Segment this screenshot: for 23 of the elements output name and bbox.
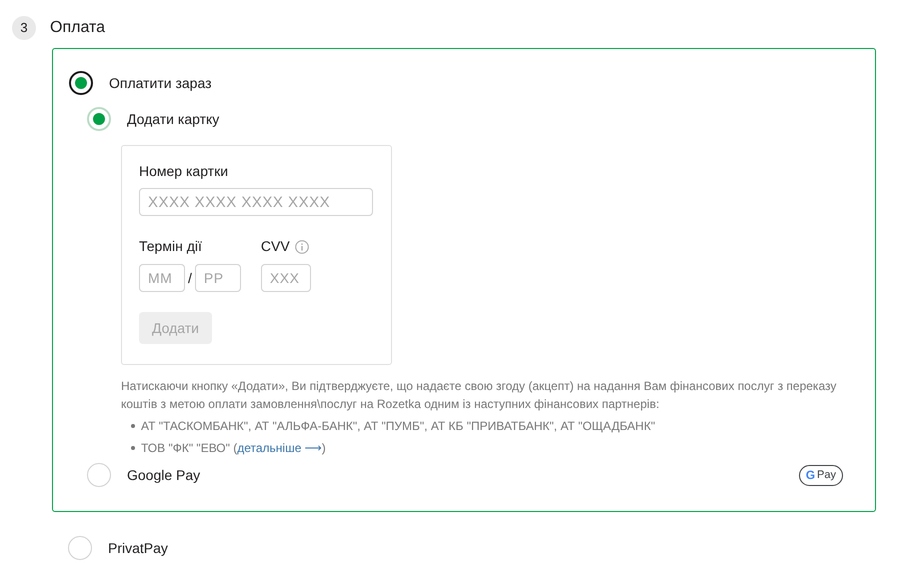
google-pay-badge: G Pay — [798, 464, 843, 486]
option-label[interactable]: Оплатити зараз — [109, 72, 212, 94]
details-link[interactable]: детальніше ⟶ — [237, 441, 322, 455]
input-field[interactable]: РР — [194, 264, 241, 292]
input-field[interactable]: XXX — [260, 264, 311, 292]
input-field[interactable]: XXXX XXXX XXXX XXXX — [139, 188, 373, 216]
info-icon[interactable] — [294, 240, 309, 254]
partner-text: ТОВ "ФК" "ЕВО" (детальніше ⟶) — [141, 440, 326, 457]
step-number: 3 — [12, 16, 36, 40]
partner-text: АТ "ТАСКОМБАНК", АТ "АЛЬФА-БАНК", АТ "ПУМБ", АТ КБ "ПРИВАТБАНК", АТ "ОЩАДБАНК" — [141, 418, 656, 435]
field-label: Термін дії — [139, 237, 203, 256]
input-field[interactable]: ММ — [139, 264, 185, 292]
radio-button[interactable] — [69, 71, 93, 95]
separator-text: / — [188, 268, 192, 288]
option-label[interactable]: Google Pay — [127, 464, 200, 486]
option-label[interactable]: Додати картку — [127, 108, 220, 130]
bullet-icon — [131, 446, 135, 450]
field-label: Номер картки — [139, 162, 230, 181]
field-label: CVV — [260, 237, 290, 256]
option-label[interactable]: PrivatPay — [108, 538, 168, 558]
consent-text: Натискаючи кнопку «Додати», Ви підтверджуєте, що надаєте свою згоду (акцепт) на надання Вам фінансових послуг з переказу коштів з метою оплати замовлення\послуг на Rozetka одним із наступних фінансових партнерів: — [121, 378, 838, 413]
bullet-icon — [131, 424, 135, 428]
section-title: Оплата — [50, 18, 106, 38]
